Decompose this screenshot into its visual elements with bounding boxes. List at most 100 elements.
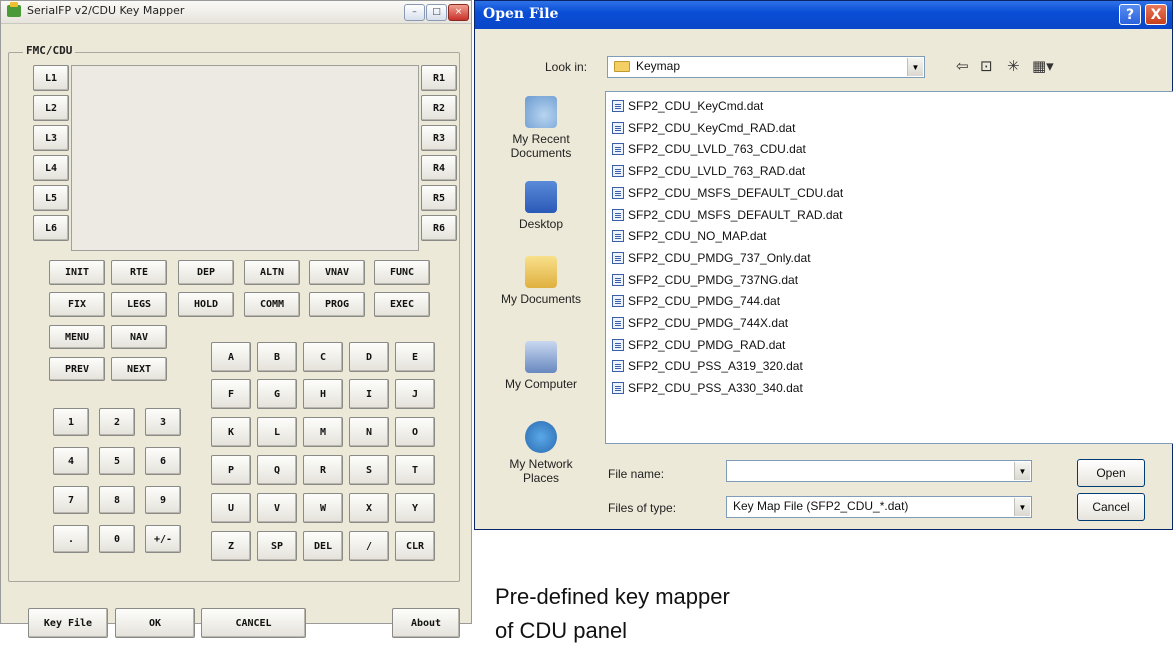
minimize-button[interactable]: –	[404, 4, 425, 21]
list-item[interactable]: SFP2_CDU_NO_MAP.dat	[612, 226, 767, 246]
close-button[interactable]: ×	[448, 4, 469, 21]
lsk-left-key[interactable]: L3	[33, 125, 69, 151]
alpha-key[interactable]: X	[349, 493, 389, 523]
function-key[interactable]: LEGS	[111, 292, 167, 317]
place-recent[interactable]: My Recent Documents	[485, 96, 597, 160]
alpha-key[interactable]: Y	[395, 493, 435, 523]
list-item[interactable]: SFP2_CDU_KeyCmd_RAD.dat	[612, 118, 795, 138]
alpha-key[interactable]: H	[303, 379, 343, 409]
list-item[interactable]: SFP2_CDU_PMDG_737NG.dat	[612, 270, 798, 290]
alpha-key[interactable]: /	[349, 531, 389, 561]
alpha-key[interactable]: SP	[257, 531, 297, 561]
list-item[interactable]: SFP2_CDU_PMDG_RAD.dat	[612, 335, 785, 355]
alpha-key[interactable]: M	[303, 417, 343, 447]
list-item[interactable]: SFP2_CDU_PMDG_744.dat	[612, 291, 780, 311]
dialog-title-bar[interactable]: Open File ? X	[475, 1, 1172, 29]
list-item[interactable]: SFP2_CDU_LVLD_763_RAD.dat	[612, 161, 805, 181]
function-key[interactable]: VNAV	[309, 260, 365, 285]
about-button[interactable]: About	[392, 608, 460, 638]
alpha-key[interactable]: J	[395, 379, 435, 409]
title-bar[interactable]: SerialFP v2/CDU Key Mapper – □ ×	[1, 1, 471, 24]
lsk-left-key[interactable]: L1	[33, 65, 69, 91]
function-key[interactable]: DEP	[178, 260, 234, 285]
nav-key[interactable]: NAV	[111, 325, 167, 349]
function-key[interactable]: FUNC	[374, 260, 430, 285]
lsk-right-key[interactable]: R2	[421, 95, 457, 121]
lsk-right-key[interactable]: R6	[421, 215, 457, 241]
lsk-left-key[interactable]: L6	[33, 215, 69, 241]
function-key[interactable]: INIT	[49, 260, 105, 285]
alpha-key[interactable]: R	[303, 455, 343, 485]
help-button[interactable]: ?	[1119, 4, 1141, 25]
number-key[interactable]: 2	[99, 408, 135, 436]
alpha-key[interactable]: CLR	[395, 531, 435, 561]
alpha-key[interactable]: P	[211, 455, 251, 485]
chevron-down-icon[interactable]: ▼	[1014, 498, 1030, 516]
alpha-key[interactable]: W	[303, 493, 343, 523]
file-list[interactable]: SFP2_CDU_KeyCmd.dat SFP2_CDU_KeyCmd_RAD.d…	[605, 91, 1173, 444]
up-folder-icon[interactable]: ⊡	[980, 58, 993, 74]
number-key[interactable]: 5	[99, 447, 135, 475]
alpha-key[interactable]: C	[303, 342, 343, 372]
number-key[interactable]: 7	[53, 486, 89, 514]
list-item[interactable]: SFP2_CDU_PSS_A330_340.dat	[612, 378, 803, 398]
function-key[interactable]: ALTN	[244, 260, 300, 285]
alpha-key[interactable]: S	[349, 455, 389, 485]
alpha-key[interactable]: Q	[257, 455, 297, 485]
ok-button[interactable]: OK	[115, 608, 195, 638]
lsk-right-key[interactable]: R1	[421, 65, 457, 91]
lsk-left-key[interactable]: L5	[33, 185, 69, 211]
alpha-key[interactable]: L	[257, 417, 297, 447]
look-in-combo[interactable]: Keymap ▼	[607, 56, 925, 78]
alpha-key[interactable]: O	[395, 417, 435, 447]
list-item[interactable]: SFP2_CDU_LVLD_763_CDU.dat	[612, 139, 806, 159]
chevron-down-icon[interactable]: ▼	[1014, 462, 1030, 480]
alpha-key[interactable]: N	[349, 417, 389, 447]
number-key[interactable]: 4	[53, 447, 89, 475]
place-my-computer[interactable]: My Computer	[485, 341, 597, 391]
function-key[interactable]: FIX	[49, 292, 105, 317]
maximize-button[interactable]: □	[426, 4, 447, 21]
alpha-key[interactable]: K	[211, 417, 251, 447]
open-button[interactable]: Open	[1077, 459, 1145, 487]
cancel-button[interactable]: Cancel	[1077, 493, 1145, 521]
menu-key[interactable]: MENU	[49, 325, 105, 349]
number-key[interactable]: 8	[99, 486, 135, 514]
function-key[interactable]: HOLD	[178, 292, 234, 317]
alpha-key[interactable]: B	[257, 342, 297, 372]
lsk-right-key[interactable]: R3	[421, 125, 457, 151]
back-icon[interactable]: ⇦	[956, 58, 969, 74]
list-item[interactable]: SFP2_CDU_KeyCmd.dat	[612, 96, 763, 116]
number-key[interactable]: 9	[145, 486, 181, 514]
alpha-key[interactable]: E	[395, 342, 435, 372]
next-key[interactable]: NEXT	[111, 357, 167, 381]
prev-key[interactable]: PREV	[49, 357, 105, 381]
function-key[interactable]: RTE	[111, 260, 167, 285]
files-of-type-combo[interactable]: Key Map File (SFP2_CDU_*.dat) ▼	[726, 496, 1032, 518]
number-key[interactable]: 1	[53, 408, 89, 436]
alpha-key[interactable]: G	[257, 379, 297, 409]
lsk-left-key[interactable]: L4	[33, 155, 69, 181]
lsk-right-key[interactable]: R5	[421, 185, 457, 211]
list-item[interactable]: SFP2_CDU_MSFS_DEFAULT_RAD.dat	[612, 205, 843, 225]
alpha-key[interactable]: V	[257, 493, 297, 523]
view-menu-icon[interactable]: ▦▾	[1032, 58, 1054, 74]
lsk-right-key[interactable]: R4	[421, 155, 457, 181]
number-key[interactable]: +/-	[145, 525, 181, 553]
dialog-close-button[interactable]: X	[1145, 4, 1167, 25]
alpha-key[interactable]: Z	[211, 531, 251, 561]
list-item[interactable]: SFP2_CDU_PMDG_744X.dat	[612, 313, 788, 333]
alpha-key[interactable]: U	[211, 493, 251, 523]
lsk-left-key[interactable]: L2	[33, 95, 69, 121]
list-item[interactable]: SFP2_CDU_PSS_A319_320.dat	[612, 356, 803, 376]
list-item[interactable]: SFP2_CDU_PMDG_737_Only.dat	[612, 248, 811, 268]
alpha-key[interactable]: F	[211, 379, 251, 409]
place-network[interactable]: My Network Places	[485, 421, 597, 485]
alpha-key[interactable]: D	[349, 342, 389, 372]
alpha-key[interactable]: DEL	[303, 531, 343, 561]
place-desktop[interactable]: Desktop	[485, 181, 597, 231]
number-key[interactable]: 0	[99, 525, 135, 553]
number-key[interactable]: 6	[145, 447, 181, 475]
function-key[interactable]: EXEC	[374, 292, 430, 317]
chevron-down-icon[interactable]: ▼	[907, 58, 923, 76]
